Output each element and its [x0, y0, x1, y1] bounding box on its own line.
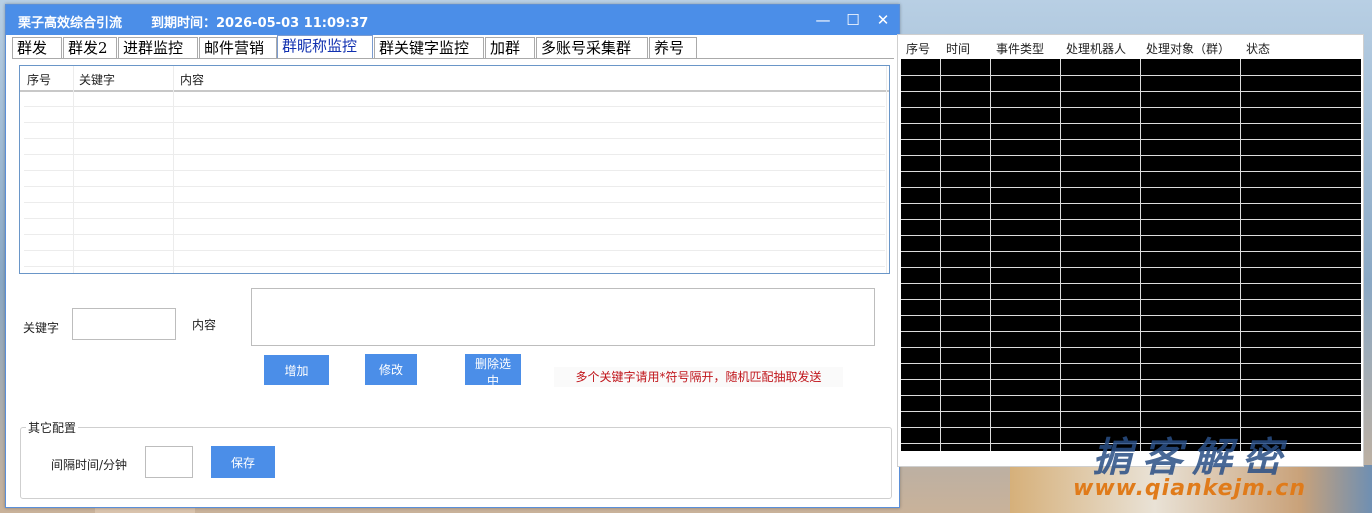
row-divider — [901, 283, 1361, 284]
row-divider — [901, 155, 1361, 156]
content-input[interactable] — [251, 288, 875, 346]
row-divider — [24, 250, 885, 251]
keyword-table-header: 序号 关键字 内容 — [20, 66, 889, 92]
row-divider — [901, 395, 1361, 396]
tab-join-group[interactable]: 加群 — [485, 37, 535, 58]
tab-nickname-monitor[interactable]: 群昵称监控 — [277, 35, 373, 59]
row-divider — [901, 171, 1361, 172]
row-divider — [901, 411, 1361, 412]
row-divider — [901, 299, 1361, 300]
tab-keyword-monitor[interactable]: 群关键字监控 — [374, 37, 484, 58]
event-log-body — [901, 59, 1361, 451]
row-divider — [901, 107, 1361, 108]
watermark-url: www.qiankejm.cn — [1073, 476, 1307, 501]
maximize-icon[interactable]: ☐ — [842, 10, 864, 30]
column-header-index[interactable]: 序号 — [906, 40, 930, 57]
row-divider — [901, 91, 1361, 92]
event-log-header: 序号 时间 事件类型 处理机器人 处理对象（群） 状态 — [898, 35, 1363, 59]
column-header-index[interactable]: 序号 — [27, 71, 51, 88]
row-divider — [24, 106, 885, 107]
row-divider — [24, 186, 885, 187]
close-icon[interactable]: ✕ — [872, 10, 894, 30]
tab-email-marketing[interactable]: 邮件营销 — [199, 37, 277, 58]
tab-join-monitor[interactable]: 进群监控 — [118, 37, 198, 58]
row-divider — [901, 219, 1361, 220]
row-divider — [901, 315, 1361, 316]
row-divider — [901, 187, 1361, 188]
row-divider — [24, 170, 885, 171]
tab-qunfa2[interactable]: 群发2 — [63, 37, 117, 58]
row-divider — [24, 266, 885, 267]
column-divider — [1060, 59, 1061, 451]
interval-input[interactable] — [145, 446, 193, 478]
column-header-time[interactable]: 时间 — [946, 40, 970, 57]
row-divider — [24, 218, 885, 219]
row-divider — [901, 203, 1361, 204]
column-header-robot[interactable]: 处理机器人 — [1066, 40, 1126, 57]
main-window: 栗子高效综合引流 到期时间：2026-05-03 11:09:37 — ☐ ✕ … — [5, 4, 900, 508]
column-divider — [886, 66, 887, 273]
save-button[interactable]: 保存 — [211, 446, 275, 478]
column-divider — [1240, 59, 1241, 451]
row-divider — [901, 251, 1361, 252]
app-title: 栗子高效综合引流 — [18, 16, 123, 31]
row-divider — [24, 234, 885, 235]
tab-divider — [12, 58, 894, 59]
content-label: 内容 — [192, 318, 217, 332]
tab-multi-account-collect[interactable]: 多账号采集群 — [536, 37, 648, 58]
column-header-target-group[interactable]: 处理对象（群） — [1146, 40, 1230, 57]
row-divider — [901, 267, 1361, 268]
row-divider — [24, 138, 885, 139]
column-header-keyword[interactable]: 关键字 — [79, 71, 115, 88]
add-button[interactable]: 增加 — [264, 355, 329, 385]
watermark-text: 掮客解密 — [1092, 435, 1292, 481]
column-divider — [940, 59, 941, 451]
other-config-title: 其它配置 — [26, 419, 79, 436]
delete-selected-button[interactable]: 删除选中 — [465, 354, 521, 388]
tab-nurture-account[interactable]: 养号 — [649, 37, 697, 58]
keyword-hint: 多个关键字请用*符号隔开，随机匹配抽取发送 — [554, 367, 843, 387]
column-header-status[interactable]: 状态 — [1246, 40, 1270, 57]
edit-button[interactable]: 修改 — [365, 354, 417, 385]
expiry-time: 到期时间：2026-05-03 11:09:37 — [151, 16, 369, 31]
column-divider — [1140, 59, 1141, 451]
row-divider — [901, 379, 1361, 380]
row-divider — [901, 139, 1361, 140]
title-bar[interactable]: 栗子高效综合引流 到期时间：2026-05-03 11:09:37 — ☐ ✕ — [6, 5, 899, 35]
row-divider — [24, 154, 885, 155]
row-divider — [24, 202, 885, 203]
row-divider — [901, 331, 1361, 332]
row-divider — [901, 347, 1361, 348]
event-log-table[interactable]: 序号 时间 事件类型 处理机器人 处理对象（群） 状态 — [897, 34, 1364, 467]
row-divider — [901, 123, 1361, 124]
column-divider — [990, 59, 991, 451]
keyword-table[interactable]: 序号 关键字 内容 — [19, 65, 890, 274]
interval-label: 间隔时间/分钟 — [51, 458, 128, 472]
row-divider — [24, 122, 885, 123]
column-header-event-type[interactable]: 事件类型 — [996, 40, 1044, 57]
row-divider — [901, 363, 1361, 364]
column-header-content[interactable]: 内容 — [180, 71, 204, 88]
keyword-label: 关键字 — [23, 321, 60, 335]
row-divider — [901, 235, 1361, 236]
row-divider — [901, 75, 1361, 76]
tab-qunfa[interactable]: 群发 — [12, 37, 62, 58]
minimize-icon[interactable]: — — [812, 10, 834, 30]
keyword-input[interactable] — [72, 308, 176, 340]
